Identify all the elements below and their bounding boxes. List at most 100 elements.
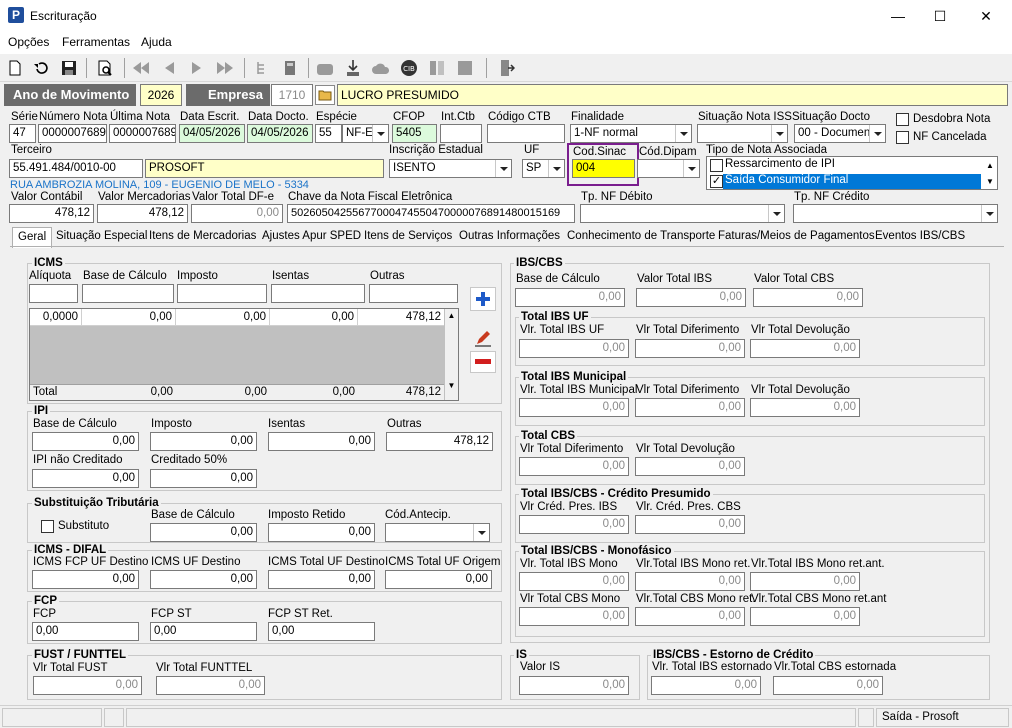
add-icon[interactable] [470, 287, 496, 311]
empresa-code-input[interactable]: 1710 [271, 84, 313, 106]
situacao-docto-select[interactable]: 00 - Document [794, 124, 886, 143]
numero-nota-input[interactable]: 0000007689 [38, 124, 107, 143]
terceiro-code-input[interactable]: 55.491.484/0010-00 [9, 159, 143, 178]
ipi-creditado50-input[interactable]: 0,00 [150, 469, 257, 488]
empresa-name-input[interactable]: LUCRO PRESUMIDO [337, 84, 1008, 106]
cbs-input-1[interactable]: 0,00 [635, 457, 745, 476]
chevron-down-icon[interactable] [473, 524, 489, 541]
chave-input[interactable]: 5026050425567700047455047000007689148001… [287, 204, 575, 223]
chevron-down-icon[interactable] [771, 125, 787, 142]
mono-input-5[interactable]: 0,00 [750, 607, 860, 626]
square-icon[interactable] [454, 57, 476, 79]
valor-total-dfe-input[interactable]: 0,00 [191, 204, 283, 223]
cfop-input[interactable]: 5405 [392, 124, 437, 143]
new-icon[interactable] [4, 57, 26, 79]
cloud-icon[interactable] [370, 57, 392, 79]
cod-dipam-select[interactable] [637, 159, 700, 178]
ipi-outras-input[interactable]: 478,12 [386, 432, 493, 451]
difal-total-destino-input[interactable]: 0,00 [268, 570, 375, 589]
tipo-nota-item-0[interactable]: Ressarcimento de IPI [725, 158, 835, 170]
first-record-icon[interactable] [130, 57, 152, 79]
icms-grid-scrollbar[interactable]: ▲ ▼ [444, 309, 458, 400]
download-icon[interactable] [342, 57, 364, 79]
tipo-nota-checkbox-0[interactable] [710, 159, 723, 172]
tp-nf-credito-select[interactable] [793, 204, 998, 223]
mono-input-2[interactable]: 0,00 [750, 572, 860, 591]
ibs-uf-input-1[interactable]: 0,00 [635, 339, 745, 358]
ipi-isentas-input[interactable]: 0,00 [268, 432, 375, 451]
tipo-nota-item-1[interactable]: Saída Consumidor Final [725, 174, 848, 186]
valor-mercadorias-input[interactable]: 478,12 [97, 204, 188, 223]
cib-icon[interactable]: CIB [398, 57, 420, 79]
difal-fcp-uf-input[interactable]: 0,00 [32, 570, 139, 589]
funttel-input[interactable]: 0,00 [156, 676, 265, 695]
ibs-uf-input-0[interactable]: 0,00 [519, 339, 629, 358]
fcp-input[interactable]: 0,00 [32, 622, 139, 641]
chevron-down-icon[interactable]: ▼ [445, 381, 458, 390]
ibs-mun-input-1[interactable]: 0,00 [635, 398, 745, 417]
edit-icon[interactable] [470, 327, 496, 349]
icms-grid[interactable]: 0,0000 0,00 0,00 0,00 478,12 Total 0,00 … [29, 308, 459, 401]
tab-conhecimento-transporte[interactable]: Conhecimento de Transporte [567, 230, 715, 242]
is-valor-input[interactable]: 0,00 [519, 676, 629, 695]
st-retido-input[interactable]: 0,00 [268, 523, 375, 542]
data-escrit-input[interactable]: 04/05/2026 [179, 124, 245, 143]
remove-icon[interactable] [470, 351, 496, 373]
icms-imposto-input[interactable] [177, 284, 267, 303]
menu-ferramentas[interactable]: Ferramentas [62, 35, 130, 49]
minimize-button[interactable]: — [875, 0, 921, 32]
chevron-down-icon[interactable] [981, 205, 997, 222]
import-icon[interactable] [314, 57, 336, 79]
chevron-up-icon[interactable]: ▲ [445, 311, 458, 320]
chevron-up-icon[interactable]: ▲ [986, 161, 994, 170]
estorno-cbs-input[interactable]: 0,00 [773, 676, 883, 695]
fust-input[interactable]: 0,00 [33, 676, 142, 695]
especie-select[interactable]: NF-E [342, 124, 389, 143]
mono-input-1[interactable]: 0,00 [635, 572, 745, 591]
maximize-button[interactable]: ☐ [917, 0, 963, 32]
valor-contabil-input[interactable]: 478,12 [9, 204, 94, 223]
columns-icon[interactable] [426, 57, 448, 79]
tab-situacao-especial[interactable]: Situação Especial [56, 230, 147, 242]
icms-aliquota-input[interactable] [29, 284, 78, 303]
chevron-down-icon[interactable] [495, 160, 511, 177]
next-record-icon[interactable] [186, 57, 208, 79]
chevron-down-icon[interactable] [869, 125, 885, 142]
icms-base-input[interactable] [82, 284, 174, 303]
last-record-icon[interactable] [214, 57, 236, 79]
serie-input[interactable]: 47 [9, 124, 36, 143]
chevron-down-icon[interactable] [683, 160, 699, 177]
icms-outras-input[interactable] [369, 284, 458, 303]
fcp-st-ret-input[interactable]: 0,00 [268, 622, 375, 641]
menu-opcoes[interactable]: Opções [8, 35, 49, 49]
tab-geral[interactable]: Geral [12, 227, 53, 248]
mono-input-3[interactable]: 0,00 [519, 607, 629, 626]
close-button[interactable]: ✕ [963, 0, 1009, 32]
tab-itens-mercadorias[interactable]: Itens de Mercadorias [149, 230, 256, 242]
tipo-nota-checkbox-1[interactable]: ✓ [710, 175, 723, 188]
previous-record-icon[interactable] [158, 57, 180, 79]
ultima-nota-input[interactable]: 0000007689 [109, 124, 176, 143]
tab-itens-servicos[interactable]: Itens de Serviços [364, 230, 452, 242]
ibscbs-total-cbs-input[interactable]: 0,00 [753, 288, 863, 307]
inscricao-select[interactable]: ISENTO [389, 159, 512, 178]
mono-input-4[interactable]: 0,00 [635, 607, 745, 626]
terceiro-name-input[interactable]: PROSOFT [145, 159, 384, 178]
uf-select[interactable]: SP [522, 159, 565, 178]
presumido-input-1[interactable]: 0,00 [635, 515, 745, 534]
calculator-icon[interactable] [280, 57, 302, 79]
int-ctb-input[interactable] [440, 124, 482, 143]
estorno-ibs-input[interactable]: 0,00 [651, 676, 761, 695]
desdobra-nota-checkbox[interactable] [896, 113, 909, 126]
tab-eventos-ibs-cbs[interactable]: Eventos IBS/CBS [875, 230, 965, 242]
tab-ajustes-apur-sped[interactable]: Ajustes Apur SPED [262, 230, 361, 242]
st-base-input[interactable]: 0,00 [150, 523, 257, 542]
ipi-imposto-input[interactable]: 0,00 [150, 432, 257, 451]
presumido-input-0[interactable]: 0,00 [519, 515, 629, 534]
mono-input-0[interactable]: 0,00 [519, 572, 629, 591]
difal-uf-destino-input[interactable]: 0,00 [150, 570, 257, 589]
st-cod-antecip-select[interactable] [385, 523, 490, 542]
chevron-down-icon[interactable] [372, 125, 388, 142]
cod-sinac-input[interactable]: 004 [572, 159, 635, 178]
especie-code-input[interactable]: 55 [315, 124, 342, 143]
